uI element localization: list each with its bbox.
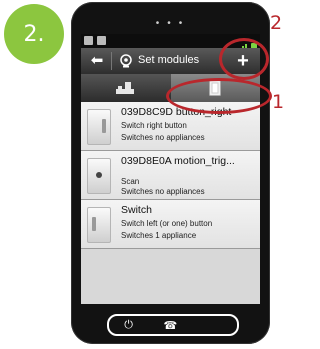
hardware-button-bar: ⏻ ☎ [107,314,239,336]
step-label: 2. [23,21,45,47]
switch-thumbnail-icon [87,109,111,145]
back-button[interactable]: ⬅ [87,52,107,70]
room-icon [116,82,134,94]
callout-number-tabs: 1 [272,91,285,113]
module-detail: Switch left (or one) button [121,219,213,228]
module-name: Switch [121,204,152,216]
module-row[interactable]: Switch Switch left (or one) button Switc… [81,200,260,249]
module-appliances: Switches no appliances [121,187,205,196]
image-notification-icon [84,36,93,45]
callout-add-circle [219,38,269,80]
tab-rooms[interactable] [81,74,171,102]
callout-number-add: 2 [270,12,283,34]
module-name: 039D8E0A motion_trig... [121,155,235,167]
action-bar-divider [111,52,112,70]
page-title: Set modules [138,54,200,66]
module-row[interactable]: 039D8E0A motion_trig... Scan Switches no… [81,151,260,200]
switch-thumbnail-icon [87,207,111,243]
module-detail: Scan [121,177,140,186]
arrow-left-icon: ⬅ [90,52,104,69]
module-detail: Switch right button [121,121,187,130]
mail-notification-icon [97,36,106,45]
module-appliances: Switches 1 appliance [121,231,197,240]
module-appliances: Switches no appliances [121,133,205,142]
motion-sensor-thumbnail-icon [87,158,111,194]
module-list: 039D8C9D button_right Switch right butto… [81,102,260,249]
step-badge: 2. [4,4,64,64]
power-icon[interactable]: ⏻ [124,319,133,332]
phone-icon[interactable]: ☎ [164,319,178,332]
module-settings-icon [120,54,132,68]
callout-tabs-ellipse [166,78,272,114]
speaker-dots: ••• [155,18,191,29]
